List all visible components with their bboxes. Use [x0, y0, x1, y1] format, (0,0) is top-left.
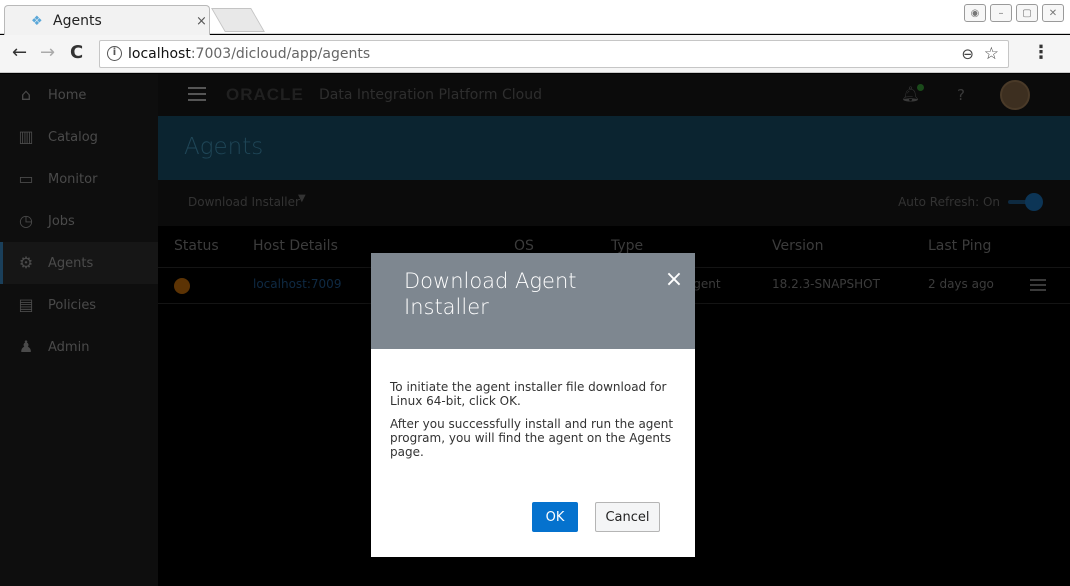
- agent-version: 18.2.3-SNAPSHOT: [772, 277, 880, 291]
- dialog-body: To initiate the agent installer file dow…: [390, 380, 680, 468]
- policies-icon: ▤: [18, 295, 34, 314]
- page-banner: Agents: [158, 116, 1070, 180]
- minimize-button[interactable]: –: [990, 4, 1012, 22]
- favicon-icon: ❖: [31, 14, 43, 29]
- dialog-instruction-text: To initiate the agent installer file dow…: [390, 380, 667, 408]
- maximize-button[interactable]: ▢: [1016, 4, 1038, 22]
- sidebar: ⌂ Home ▥ Catalog ▭ Monitor ◷ Jobs ⚙ Agen…: [0, 74, 158, 586]
- column-header-os[interactable]: OS: [514, 238, 534, 254]
- status-warning-icon: [174, 278, 190, 294]
- window-controls: ◉ – ▢ ✕: [964, 4, 1064, 22]
- auto-refresh-label: Auto Refresh: On: [898, 195, 1000, 209]
- url-text: localhost:7003/dicloud/app/agents: [128, 46, 370, 62]
- column-header-last-ping[interactable]: Last Ping: [928, 238, 991, 254]
- url-path: :7003/dicloud/app/agents: [190, 46, 371, 62]
- url-host: localhost: [128, 46, 191, 62]
- bookmark-star-icon[interactable]: ☆: [984, 44, 999, 64]
- sidebar-item-admin[interactable]: ♟ Admin: [0, 326, 158, 368]
- row-actions-menu-icon[interactable]: [1030, 279, 1046, 291]
- app-header: ORACLE Data Integration Platform Cloud 🔔…: [158, 74, 1070, 116]
- sidebar-item-label: Monitor: [48, 171, 98, 187]
- sidebar-item-label: Agents: [48, 255, 94, 271]
- oracle-logo: ORACLE: [226, 85, 304, 104]
- host-link[interactable]: localhost:7009: [253, 277, 341, 291]
- sidebar-item-label: Jobs: [48, 213, 75, 229]
- chevron-down-icon[interactable]: ▼: [298, 193, 306, 204]
- home-icon: ⌂: [20, 85, 32, 104]
- dialog-followup-text: After you successfully install and run t…: [390, 417, 674, 459]
- notification-dot: [917, 84, 924, 91]
- column-header-version[interactable]: Version: [772, 238, 823, 254]
- sidebar-item-label: Home: [48, 87, 87, 103]
- download-installer-menu[interactable]: Download Installer: [188, 195, 300, 209]
- reload-icon[interactable]: C: [70, 43, 83, 63]
- browser-toolbar: ← → C i localhost:7003/dicloud/app/agent…: [0, 35, 1070, 73]
- sidebar-item-monitor[interactable]: ▭ Monitor: [0, 158, 158, 200]
- catalog-icon: ▥: [18, 127, 34, 146]
- forward-icon[interactable]: →: [40, 43, 55, 63]
- browser-menu-icon[interactable]: ⋮: [1032, 42, 1050, 63]
- jobs-icon: ◷: [19, 211, 33, 230]
- avatar[interactable]: [1000, 80, 1030, 110]
- tab-title: Agents: [53, 13, 102, 29]
- monitor-icon: ▭: [18, 169, 34, 188]
- column-header-status[interactable]: Status: [174, 238, 219, 254]
- gear-icon: ⚙: [18, 253, 34, 272]
- sidebar-item-home[interactable]: ⌂ Home: [0, 74, 158, 116]
- close-window-button[interactable]: ✕: [1042, 4, 1064, 22]
- sidebar-item-label: Catalog: [48, 129, 98, 145]
- sidebar-item-agents[interactable]: ⚙ Agents: [0, 242, 158, 284]
- product-name: Data Integration Platform Cloud: [319, 87, 542, 103]
- tab-close-icon[interactable]: ×: [196, 14, 207, 29]
- address-bar[interactable]: i localhost:7003/dicloud/app/agents ⊖ ☆: [99, 40, 1009, 68]
- column-header-type[interactable]: Type: [611, 238, 643, 254]
- sidebar-item-jobs[interactable]: ◷ Jobs: [0, 200, 158, 242]
- dialog-title: Download Agent Installer: [404, 269, 577, 319]
- zoom-icon[interactable]: ⊖: [961, 45, 974, 63]
- ok-button[interactable]: OK: [532, 502, 578, 532]
- sidebar-item-label: Admin: [48, 339, 90, 355]
- sidebar-item-policies[interactable]: ▤ Policies: [0, 284, 158, 326]
- download-agent-installer-dialog: Download Agent Installer × To initiate t…: [371, 253, 695, 557]
- back-icon[interactable]: ←: [12, 43, 27, 63]
- profile-icon[interactable]: ◉: [964, 4, 986, 22]
- info-icon[interactable]: i: [107, 46, 122, 61]
- cancel-button[interactable]: Cancel: [595, 502, 660, 532]
- hamburger-menu-icon[interactable]: [188, 87, 206, 101]
- page-title: Agents: [184, 134, 264, 160]
- admin-icon: ♟: [18, 337, 34, 356]
- dialog-header: Download Agent Installer ×: [371, 253, 695, 349]
- help-icon[interactable]: ?: [957, 86, 965, 104]
- agents-toolbar: Download Installer ▼ Auto Refresh: On: [158, 180, 1070, 226]
- agent-last-ping: 2 days ago: [928, 277, 994, 291]
- browser-tab-bar: ❖ Agents × ◉ – ▢ ✕: [0, 0, 1070, 35]
- sidebar-item-catalog[interactable]: ▥ Catalog: [0, 116, 158, 158]
- browser-tab[interactable]: ❖ Agents ×: [4, 5, 210, 35]
- auto-refresh-toggle-knob[interactable]: [1025, 193, 1043, 211]
- close-icon[interactable]: ×: [663, 269, 685, 291]
- new-tab-button[interactable]: [211, 8, 265, 32]
- column-header-host[interactable]: Host Details: [253, 238, 338, 254]
- sidebar-item-label: Policies: [48, 297, 97, 313]
